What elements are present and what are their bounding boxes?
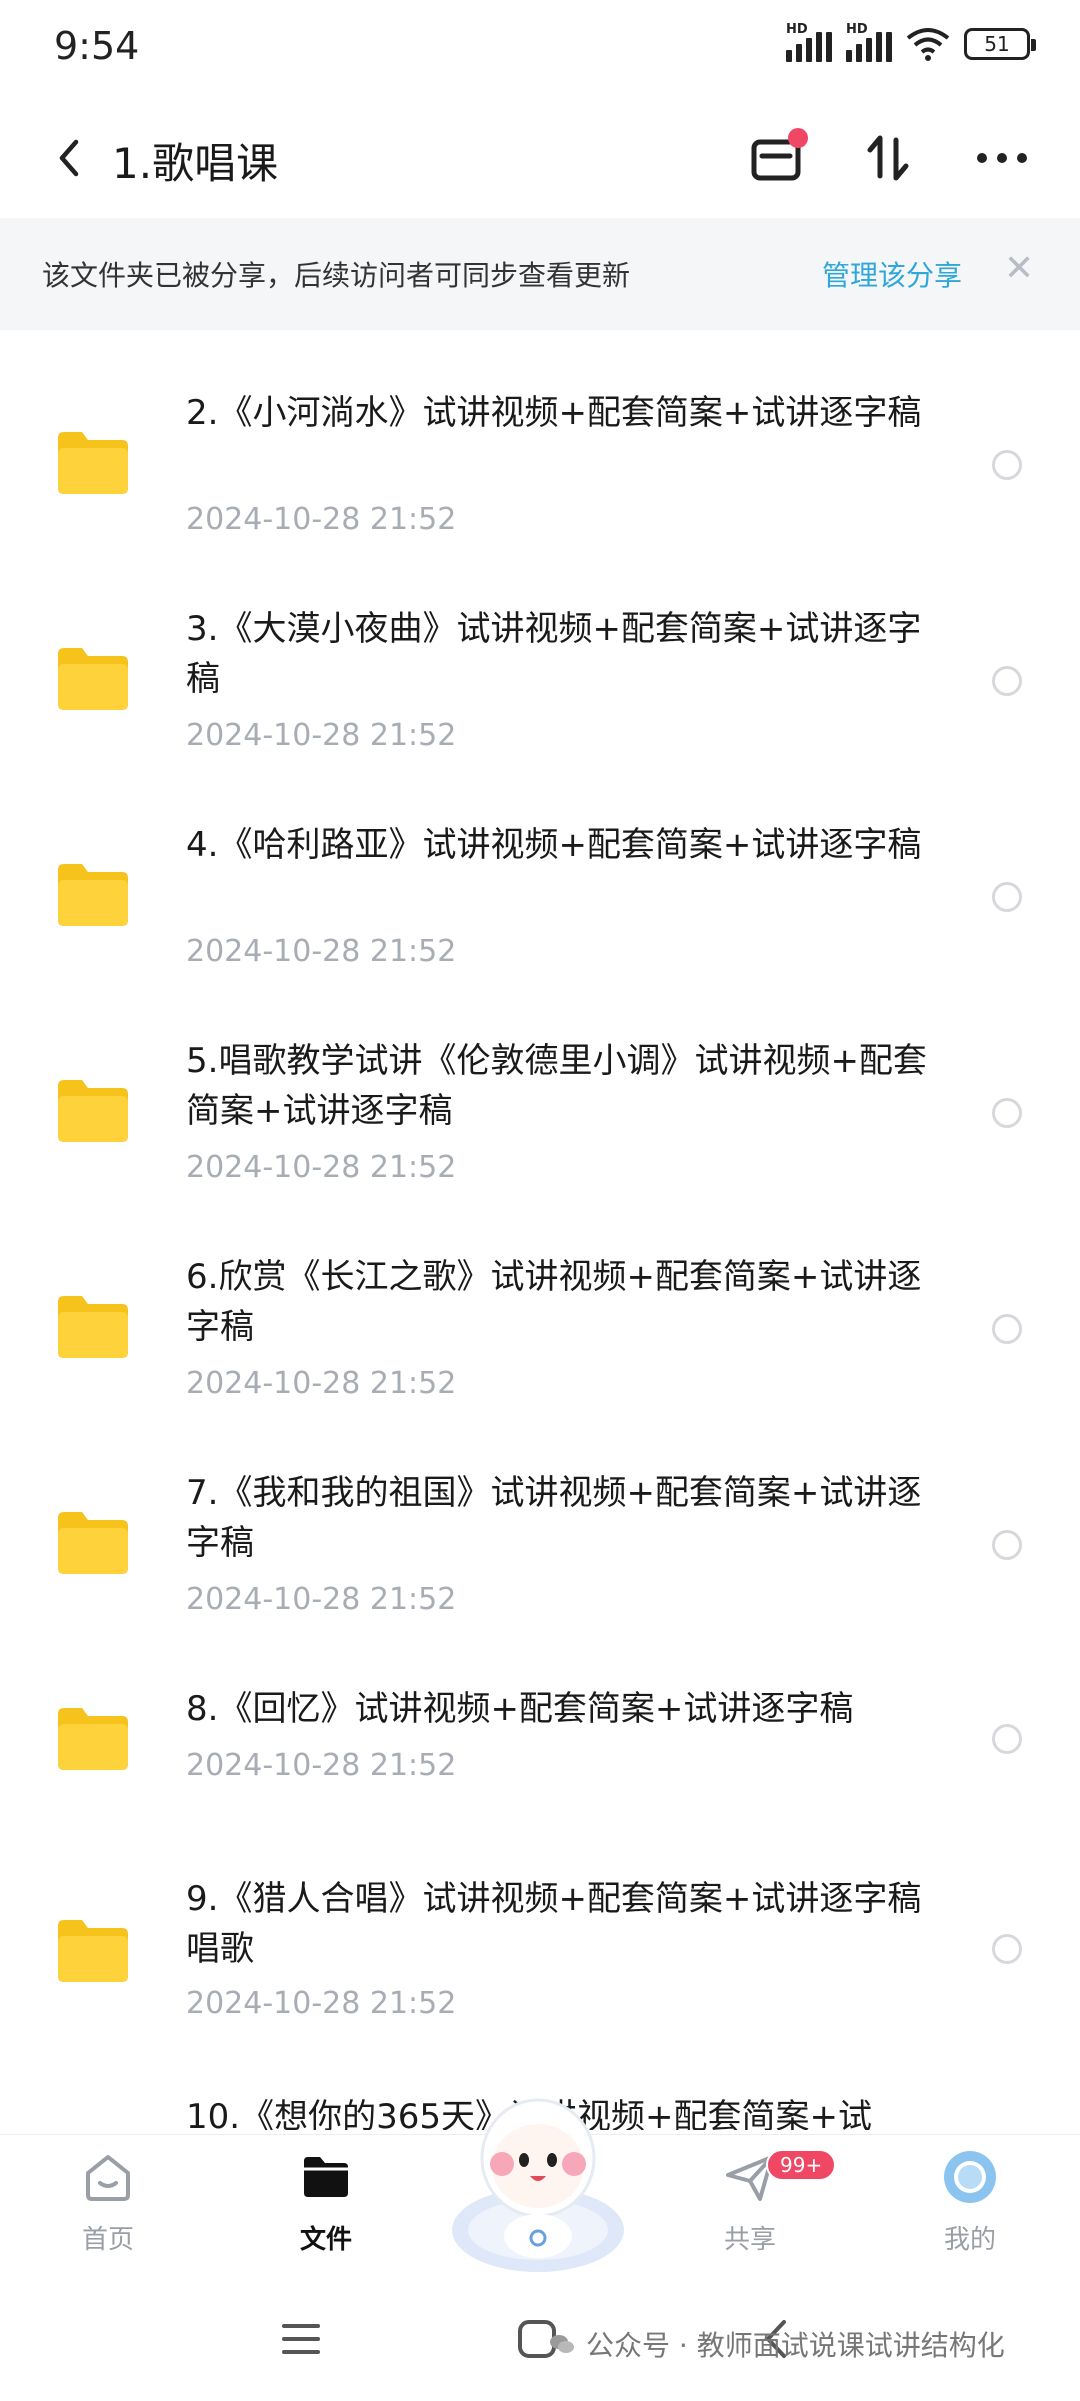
folder-icon [54,1706,132,1772]
file-date: 2024-10-28 21:52 [186,934,457,969]
home-icon [80,2149,136,2205]
select-checkbox[interactable] [992,1314,1022,1344]
file-date: 2024-10-28 21:52 [186,1748,457,1783]
file-name: 8.《回忆》试讲视频+配套简案+试讲逐字稿 [186,1689,854,1729]
transfer-list-button[interactable] [744,126,808,190]
list-item[interactable]: 8.《回忆》试讲视频+配套简案+试讲逐字稿 2024-10-28 21:52 [0,1626,1080,1800]
folder-icon [54,430,132,496]
list-item[interactable]: 4.《哈利路亚》试讲视频+配套简案+试讲逐字稿 2024-10-28 21:52 [0,762,1080,978]
file-date: 2024-10-28 21:52 [186,1582,457,1617]
assistant-mascot-icon[interactable] [440,2080,636,2276]
folder-icon [54,646,132,712]
file-date: 2024-10-28 21:52 [186,502,457,537]
share-banner: 该文件夹已被分享，后续访问者可同步查看更新 管理该分享 ✕ [0,218,1080,330]
list-item[interactable]: 9.《猎人合唱》试讲视频+配套简案+试讲逐字稿唱歌 2024-10-28 21:… [0,1800,1080,2021]
signal-icon: HD [786,22,832,62]
close-icon[interactable]: ✕ [1004,248,1034,289]
tab-share[interactable]: 99+ 共享 [690,2149,837,2256]
folder-icon [54,1510,132,1576]
more-button[interactable] [970,126,1034,190]
tab-files[interactable]: 文件 [266,2149,386,2256]
list-item[interactable]: 2.《小河淌水》试讲视频+配套简案+试讲逐字稿 2024-10-28 21:52 [0,330,1080,546]
folder-icon [54,1078,132,1144]
file-name: 6.欣赏《长江之歌》试讲视频+配套简案+试讲逐字稿 [186,1257,922,1347]
tab-home[interactable]: 首页 [48,2149,168,2256]
select-checkbox[interactable] [992,882,1022,912]
folder-icon [298,2149,354,2205]
tab-profile[interactable]: 我的 [910,2149,1030,2256]
select-checkbox[interactable] [992,1934,1022,1964]
watermark: 公众号 · 教师面试说课试讲结构化 [548,2324,1005,2364]
file-date: 2024-10-28 21:52 [186,718,457,753]
select-checkbox[interactable] [992,1530,1022,1560]
sort-button[interactable] [856,126,920,190]
file-date: 2024-10-28 21:52 [186,1366,457,1401]
status-bar: 9:54 HD HD 51 [0,0,1080,100]
more-icon [977,153,1027,163]
file-name: 5.唱歌教学试讲《伦敦德里小调》试讲视频+配套简案+试讲逐字稿 [186,1041,927,1131]
select-checkbox[interactable] [992,1724,1022,1754]
file-name: 2.《小河淌水》试讲视频+配套简案+试讲逐字稿 [186,393,922,433]
battery-icon: 51 [964,28,1036,60]
file-name: 3.《大漠小夜曲》试讲视频+配套简案+试讲逐字稿 [186,609,922,699]
status-time: 9:54 [54,24,140,68]
back-icon[interactable] [46,130,96,186]
manage-share-link[interactable]: 管理该分享 [822,254,962,294]
notification-badge: 99+ [766,2149,837,2181]
list-item[interactable]: 6.欣赏《长江之歌》试讲视频+配套简案+试讲逐字稿 2024-10-28 21:… [0,1194,1080,1410]
file-name: 4.《哈利路亚》试讲视频+配套简案+试讲逐字稿 [186,825,922,865]
watermark-text: 公众号 · 教师面试说课试讲结构化 [586,2329,1005,2362]
list-item[interactable]: 3.《大漠小夜曲》试讲视频+配套简案+试讲逐字稿 2024-10-28 21:5… [0,546,1080,762]
tab-profile-label: 我的 [943,2225,996,2255]
list-item[interactable]: 7.《我和我的祖国》试讲视频+配套简案+试讲逐字稿 2024-10-28 21:… [0,1410,1080,1626]
folder-icon [54,1918,132,1984]
signal-icon: HD [846,22,892,62]
header: 1.歌唱课 [0,100,1080,218]
tab-home-label: 首页 [81,2225,134,2255]
file-name: 9.《猎人合唱》试讲视频+配套简案+试讲逐字稿唱歌 [186,1879,922,1969]
file-date: 2024-10-28 21:52 [186,1150,457,1185]
wechat-icon [550,2335,574,2353]
tab-share-label: 共享 [723,2225,776,2255]
wifi-icon [906,28,950,61]
list-item[interactable]: 5.唱歌教学试讲《伦敦德里小调》试讲视频+配套简案+试讲逐字稿 2024-10-… [0,978,1080,1194]
page-title: 1.歌唱课 [112,139,279,188]
folder-icon [54,1294,132,1360]
sort-icon [867,135,909,181]
status-icons: HD HD 51 [786,22,1036,62]
share-banner-text: 该文件夹已被分享，后续访问者可同步查看更新 [42,259,631,292]
select-checkbox[interactable] [992,666,1022,696]
file-list: 2.《小河淌水》试讲视频+配套简案+试讲逐字稿 2024-10-28 21:52… [0,330,1080,2130]
avatar-icon [942,2149,998,2205]
menu-icon[interactable] [276,2314,326,2364]
system-nav-bar: 公众号 · 教师面试说课试讲结构化 [0,2280,1080,2401]
folder-icon [54,862,132,928]
file-name: 7.《我和我的祖国》试讲视频+配套简案+试讲逐字稿 [186,1473,922,1563]
notification-dot [788,128,808,148]
tab-files-label: 文件 [299,2225,352,2255]
file-date: 2024-10-28 21:52 [186,1986,457,2021]
select-checkbox[interactable] [992,450,1022,480]
select-checkbox[interactable] [992,1098,1022,1128]
